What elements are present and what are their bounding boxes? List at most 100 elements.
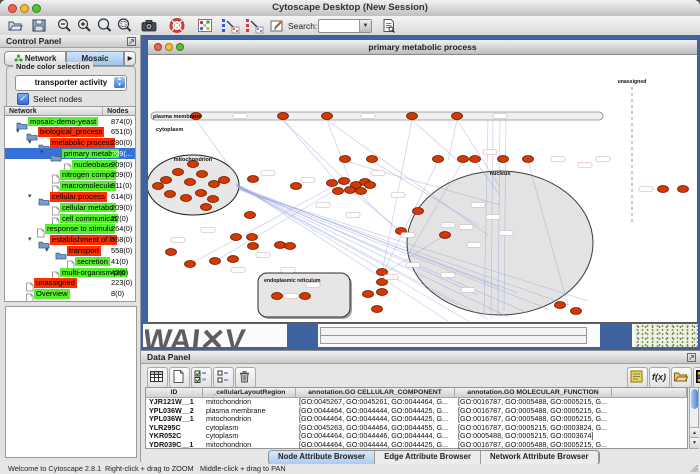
select-attributes-button[interactable] (191, 367, 212, 388)
network-node[interactable] (367, 156, 378, 163)
table-row[interactable]: YLR295Ccytoplasm[GO:0045263, GO:0044464,… (146, 424, 687, 433)
color-attribute-dropdown[interactable]: transporter activity ▲▼ (15, 75, 127, 91)
tree-row[interactable]: mosaic-demo-yeast874(0) (5, 116, 135, 127)
table-cell[interactable]: mitochondrion (203, 415, 296, 424)
network-node[interactable] (208, 196, 219, 203)
delete-attribute-button[interactable] (235, 367, 256, 388)
expand-arrow-icon[interactable]: ▾ (28, 192, 32, 202)
tree-row[interactable]: nucleobase-209(0) (5, 159, 135, 170)
tree-row[interactable]: response to stimulu264(0) (5, 224, 135, 235)
network-node[interactable] (166, 249, 177, 256)
zoom-fit-button[interactable] (96, 17, 114, 34)
table-cell[interactable]: [GO:0044464, GO:0044444, GO:0044425, G..… (296, 441, 455, 450)
tree-row[interactable]: ▾cellular process614(0) (5, 192, 135, 203)
float-panel-icon[interactable] (687, 353, 696, 362)
tab-edge-attribute-browser[interactable]: Edge Attribute Browser (375, 451, 481, 464)
network-node[interactable] (285, 243, 296, 250)
tree-row[interactable]: Overview8(0) (5, 289, 135, 300)
attribute-editor-button[interactable] (627, 367, 648, 388)
attribute-table-button[interactable] (147, 367, 168, 388)
tree-row[interactable]: cell communicat22(0) (5, 213, 135, 224)
network-node[interactable] (365, 182, 376, 189)
network-node[interactable] (272, 293, 283, 300)
network-node[interactable] (322, 113, 333, 120)
tree-row[interactable]: ▾establishment of lo558(0) (5, 235, 135, 246)
table-cell[interactable]: YJR121W__1 (146, 398, 203, 407)
snapshot-button[interactable] (140, 17, 158, 34)
tree-row[interactable]: unassigned223(0) (5, 278, 135, 289)
table-row[interactable]: YJR121W__1mitochondrion[GO:0045267, GO:0… (146, 398, 687, 407)
table-cell[interactable] (612, 398, 687, 407)
table-cell[interactable]: [GO:0044464, GO:0044446, GO:0044444, G..… (296, 432, 455, 441)
network-node[interactable] (248, 243, 259, 250)
network-node[interactable] (161, 177, 172, 184)
zoom-in-button[interactable] (76, 17, 94, 34)
table-cell[interactable]: mitochondrion (203, 398, 296, 407)
table-cell[interactable]: [GO:0016787, GO:0005215, GO:0003824, G..… (455, 424, 612, 433)
network-node[interactable] (339, 178, 350, 185)
network-node[interactable] (219, 177, 230, 184)
expand-arrow-icon[interactable]: ▾ (45, 246, 49, 256)
table-cell[interactable]: [GO:0005488, GO:0005215, GO:0003674] (455, 432, 612, 441)
network-node[interactable] (498, 156, 509, 163)
resize-grip-icon[interactable] (690, 464, 699, 473)
paste-nodes-layout-button[interactable] (244, 17, 262, 34)
network-node[interactable] (210, 258, 221, 265)
network-node[interactable] (470, 156, 481, 163)
table-row[interactable]: YPL036W__1mitochondrion[GO:0044464, GO:0… (146, 415, 687, 424)
network-node[interactable] (377, 289, 388, 296)
matrix-button[interactable] (693, 367, 700, 388)
search-input[interactable] (320, 21, 358, 30)
network-node[interactable] (197, 171, 208, 178)
scrollbar-thumb[interactable] (691, 389, 698, 409)
network-node[interactable] (372, 306, 383, 313)
open-session-button[interactable] (6, 17, 24, 34)
tab-node-attribute-browser[interactable]: Node Attribute Browser (269, 451, 375, 464)
network-node[interactable] (278, 113, 289, 120)
tree-row[interactable]: ▾metabolic process280(0) (5, 138, 135, 149)
network-node[interactable] (678, 186, 689, 193)
plasma-membrane-region[interactable] (151, 112, 603, 120)
expand-arrow-icon[interactable]: ▾ (16, 127, 20, 137)
table-cell[interactable] (612, 407, 687, 416)
network-node[interactable] (356, 188, 367, 195)
network-node[interactable] (300, 293, 311, 300)
column-header[interactable]: _cellularLayoutRegion (203, 388, 296, 398)
network-canvas[interactable]: plasma membranecytoplasmmitochondrionnuc… (148, 55, 697, 322)
network-node[interactable] (209, 181, 220, 188)
graphics-details-button[interactable] (196, 17, 214, 34)
table-cell[interactable] (612, 432, 687, 441)
table-cell[interactable]: [GO:0016787, GO:0005488, GO:0005215, G..… (455, 407, 612, 416)
table-cell[interactable]: YPL036W__2 (146, 407, 203, 416)
network-node[interactable] (231, 234, 242, 241)
select-nodes-option[interactable]: ✓ Select nodes (17, 93, 82, 105)
copy-nodes-layout-button[interactable] (220, 17, 238, 34)
network-node[interactable] (333, 188, 344, 195)
help-button[interactable] (168, 17, 186, 34)
column-nodes[interactable]: Nodes (103, 107, 135, 115)
network-node[interactable] (153, 183, 164, 190)
network-node[interactable] (185, 261, 196, 268)
tree-row[interactable]: ▾biological_process651(0) (5, 127, 135, 138)
float-panel-icon[interactable] (127, 37, 136, 46)
tree-row[interactable]: secretion41(0) (5, 256, 135, 267)
zoom-out-button[interactable] (56, 17, 74, 34)
tree-row[interactable]: nitrogen compo209(0) (5, 170, 135, 181)
birdseye-view[interactable] (5, 306, 137, 458)
table-cell[interactable]: plasma membrane (203, 407, 296, 416)
tree-row[interactable]: ▾transport558(0) (5, 246, 135, 257)
network-node[interactable] (327, 180, 338, 187)
network-view-titlebar[interactable]: primary metabolic process (148, 40, 697, 55)
network-node[interactable] (165, 191, 176, 198)
table-row[interactable]: YKR052Ccytoplasm[GO:0044464, GO:0044446,… (146, 432, 687, 441)
table-cell[interactable] (612, 415, 687, 424)
network-node[interactable] (196, 190, 207, 197)
zoom-selected-button[interactable] (116, 17, 134, 34)
table-cell[interactable]: [GO:0016787, GO:0005488, GO:0005215, G..… (455, 415, 612, 424)
tree-row[interactable]: macromolecule311(0) (5, 181, 135, 192)
network-node[interactable] (452, 113, 463, 120)
table-cell[interactable]: [GO:0045263, GO:0044464, GO:0044455, G..… (296, 424, 455, 433)
new-attribute-button[interactable] (169, 367, 190, 388)
network-node[interactable] (555, 302, 566, 309)
table-cell[interactable]: mitochondrion (203, 441, 296, 450)
